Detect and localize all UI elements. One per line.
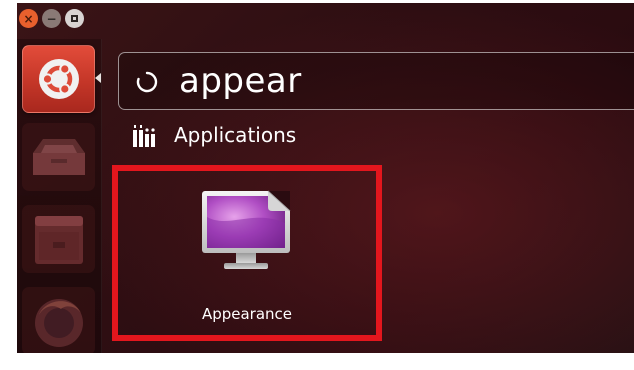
ubuntu-logo-icon: [39, 59, 79, 99]
file-manager-icon: [33, 139, 85, 175]
search-bar[interactable]: appear: [118, 52, 634, 110]
minimize-button[interactable]: −: [42, 9, 61, 28]
launcher: [17, 39, 102, 353]
launcher-files-button[interactable]: [22, 123, 95, 191]
minimize-icon: −: [46, 11, 57, 26]
launcher-active-indicator: [95, 73, 101, 83]
search-spinner-icon: [136, 71, 158, 93]
search-input[interactable]: appear: [179, 60, 302, 102]
maximize-button[interactable]: [65, 9, 84, 28]
maximize-icon: [71, 15, 78, 22]
firefox-icon: [35, 299, 83, 347]
window-controls: × −: [19, 9, 84, 31]
result-appearance[interactable]: Appearance: [112, 165, 382, 341]
appearance-monitor-icon: [202, 190, 291, 269]
launcher-browser-button[interactable]: [22, 287, 95, 353]
close-icon: ×: [23, 11, 34, 26]
launcher-dash-home-button[interactable]: [22, 45, 95, 113]
launcher-cabinet-button[interactable]: [22, 205, 95, 273]
result-label: Appearance: [201, 305, 293, 323]
category-heading: Applications: [174, 123, 297, 147]
cabinet-icon: [35, 216, 83, 264]
applications-category-icon: [133, 125, 155, 147]
dash-overlay: × − appear Applications Appearance: [17, 3, 634, 353]
close-button[interactable]: ×: [19, 9, 38, 28]
